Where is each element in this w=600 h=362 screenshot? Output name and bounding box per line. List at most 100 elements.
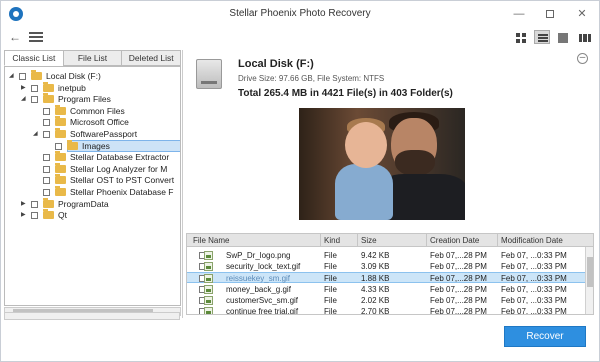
column-header-file-name[interactable]: File Name bbox=[193, 236, 229, 245]
folder-tree-panel: Classic List File List Deleted List ◢ Loc… bbox=[1, 50, 183, 318]
tree-item-checkbox[interactable] bbox=[31, 200, 38, 208]
view-tabs: Classic List File List Deleted List bbox=[4, 50, 182, 66]
tree-item-label: Stellar Log Analyzer for M bbox=[70, 163, 168, 174]
collapse-icon[interactable]: – bbox=[577, 53, 588, 64]
tree-item-label: Microsoft Office bbox=[70, 117, 129, 128]
file-row[interactable]: security_lock_text.gif File 3.09 KB Feb 07,… bbox=[187, 261, 585, 272]
image-file-icon bbox=[204, 274, 213, 284]
folder-icon bbox=[43, 197, 54, 208]
file-kind-cell: File bbox=[324, 295, 337, 305]
tab-file-list[interactable]: File List bbox=[62, 50, 123, 66]
file-row[interactable]: reissuekey_sm.gif File 1.88 KB Feb 07,...28… bbox=[187, 272, 585, 284]
left-panel-bottom-scrollbar[interactable] bbox=[4, 312, 180, 320]
recover-button[interactable]: Recover bbox=[504, 326, 586, 347]
title-bar: Stellar Phoenix Photo Recovery — ✕ bbox=[1, 1, 599, 27]
tree-item-checkbox[interactable] bbox=[43, 177, 50, 185]
filmstrip-view-icon[interactable] bbox=[576, 30, 592, 44]
hamburger-menu-icon[interactable] bbox=[29, 32, 43, 42]
maximize-button[interactable] bbox=[535, 5, 565, 23]
expand-arrow-icon[interactable]: ▶ bbox=[21, 210, 29, 221]
file-kind-cell: File bbox=[324, 284, 337, 294]
disk-info: Drive Size: 97.66 GB, File System: NTFS bbox=[238, 74, 385, 83]
expand-arrow-icon[interactable]: ▶ bbox=[21, 199, 29, 210]
expand-arrow-icon[interactable]: ▶ bbox=[21, 83, 29, 94]
tree-item-checkbox[interactable] bbox=[31, 84, 38, 92]
file-size-cell: 2.70 KB bbox=[361, 307, 390, 315]
minimize-button[interactable]: — bbox=[504, 5, 534, 23]
column-header-modification-date[interactable]: Modification Date bbox=[501, 236, 563, 245]
file-name-cell: security_lock_text.gif bbox=[226, 262, 301, 272]
tree-item-checkbox[interactable] bbox=[43, 165, 50, 173]
toolbar: ← bbox=[1, 27, 599, 49]
tab-classic-list[interactable]: Classic List bbox=[4, 50, 64, 66]
disk-total-summary: Total 265.4 MB in 4421 File(s) in 403 Fo… bbox=[238, 88, 453, 99]
file-list-header: File Name Kind Size Creation Date Modifi… bbox=[187, 234, 593, 247]
file-row[interactable]: SwP_Dr_logo.png File 9.42 KB Feb 07,...28 P… bbox=[187, 250, 585, 261]
disk-name: Local Disk (F:) bbox=[238, 58, 314, 70]
tree-item-label: SoftwarePassport bbox=[70, 129, 138, 139]
file-row[interactable]: customerSvc_sm.gif File 2.02 KB Feb 07,...2… bbox=[187, 295, 585, 306]
collapse-arrow-icon[interactable]: ◢ bbox=[33, 129, 41, 140]
folder-icon bbox=[43, 209, 54, 220]
folder-icon bbox=[43, 93, 54, 104]
tree-item-label: ProgramData bbox=[58, 198, 109, 209]
tree-item-label: Stellar Database Extractor bbox=[70, 152, 170, 163]
image-preview bbox=[299, 108, 465, 220]
hard-disk-icon bbox=[196, 59, 222, 89]
maximize-icon bbox=[546, 10, 554, 19]
arrow-left-icon[interactable]: ← bbox=[9, 30, 21, 44]
close-button[interactable]: ✕ bbox=[567, 5, 597, 23]
file-list-table: File Name Kind Size Creation Date Modifi… bbox=[186, 233, 594, 315]
file-modified-cell: Feb 07, ...0:33 PM bbox=[501, 307, 567, 315]
file-modified-cell: Feb 07, ...0:33 PM bbox=[501, 295, 567, 305]
column-header-creation-date[interactable]: Creation Date bbox=[430, 236, 479, 245]
tree-item-checkbox[interactable] bbox=[43, 107, 50, 115]
folder-icon bbox=[55, 104, 66, 115]
tree-item-checkbox[interactable] bbox=[55, 142, 62, 150]
image-file-icon bbox=[204, 262, 213, 272]
tree-item-checkbox[interactable] bbox=[43, 189, 50, 196]
file-created-cell: Feb 07,...28 PM bbox=[430, 262, 487, 272]
folder-icon bbox=[43, 81, 54, 92]
tree-item-checkbox[interactable] bbox=[43, 131, 50, 138]
column-header-size[interactable]: Size bbox=[361, 236, 377, 245]
tree-item-checkbox[interactable] bbox=[43, 119, 50, 127]
folder-icon bbox=[55, 116, 66, 127]
tree-item-checkbox[interactable] bbox=[19, 73, 26, 80]
folder-icon bbox=[55, 162, 66, 173]
tree-item-checkbox[interactable] bbox=[31, 212, 38, 220]
details-view-icon[interactable] bbox=[554, 30, 570, 44]
tree-item-label: Stellar OST to PST Convert bbox=[70, 175, 175, 186]
scrollbar-thumb[interactable] bbox=[587, 257, 593, 287]
tree-item-checkbox[interactable] bbox=[43, 154, 50, 162]
file-list-vertical-scrollbar[interactable] bbox=[585, 247, 593, 314]
tree-item-checkbox[interactable] bbox=[31, 96, 38, 104]
tree-item-label: inetpub bbox=[58, 82, 86, 93]
folder-tree[interactable]: ◢ Local Disk (F:) ▶ inetpub ◢ Program Files Co… bbox=[4, 66, 181, 306]
tab-deleted-list[interactable]: Deleted List bbox=[121, 50, 182, 66]
image-file-icon bbox=[204, 284, 213, 294]
file-row[interactable]: money_back_g.gif File 4.33 KB Feb 07,...28 … bbox=[187, 284, 585, 295]
file-name-cell: customerSvc_sm.gif bbox=[226, 295, 299, 305]
list-view-icon[interactable] bbox=[534, 30, 550, 44]
app-window: Stellar Phoenix Photo Recovery — ✕ ← Cla… bbox=[0, 0, 600, 362]
tree-item-label: Program Files bbox=[58, 94, 111, 105]
folder-icon bbox=[67, 139, 78, 150]
file-modified-cell: Feb 07, ...0:33 PM bbox=[501, 251, 567, 260]
file-row[interactable]: continue free trial.gif File 2.70 KB Feb 07… bbox=[187, 306, 585, 315]
folder-icon bbox=[31, 70, 42, 80]
image-file-icon bbox=[204, 251, 213, 260]
grid-view-icon[interactable] bbox=[512, 30, 528, 44]
image-file-icon bbox=[204, 307, 213, 314]
file-kind-cell: File bbox=[324, 251, 337, 260]
folder-icon bbox=[55, 151, 66, 162]
file-size-cell: 4.33 KB bbox=[361, 284, 390, 294]
collapse-arrow-icon[interactable]: ◢ bbox=[9, 71, 17, 82]
file-kind-cell: File bbox=[324, 307, 337, 315]
folder-icon bbox=[55, 174, 66, 185]
tree-item-label: Common Files bbox=[70, 105, 125, 116]
file-size-cell: 9.42 KB bbox=[361, 251, 390, 260]
file-created-cell: Feb 07,...28 PM bbox=[430, 284, 487, 294]
column-header-kind[interactable]: Kind bbox=[324, 236, 340, 245]
collapse-arrow-icon[interactable]: ◢ bbox=[21, 94, 29, 105]
